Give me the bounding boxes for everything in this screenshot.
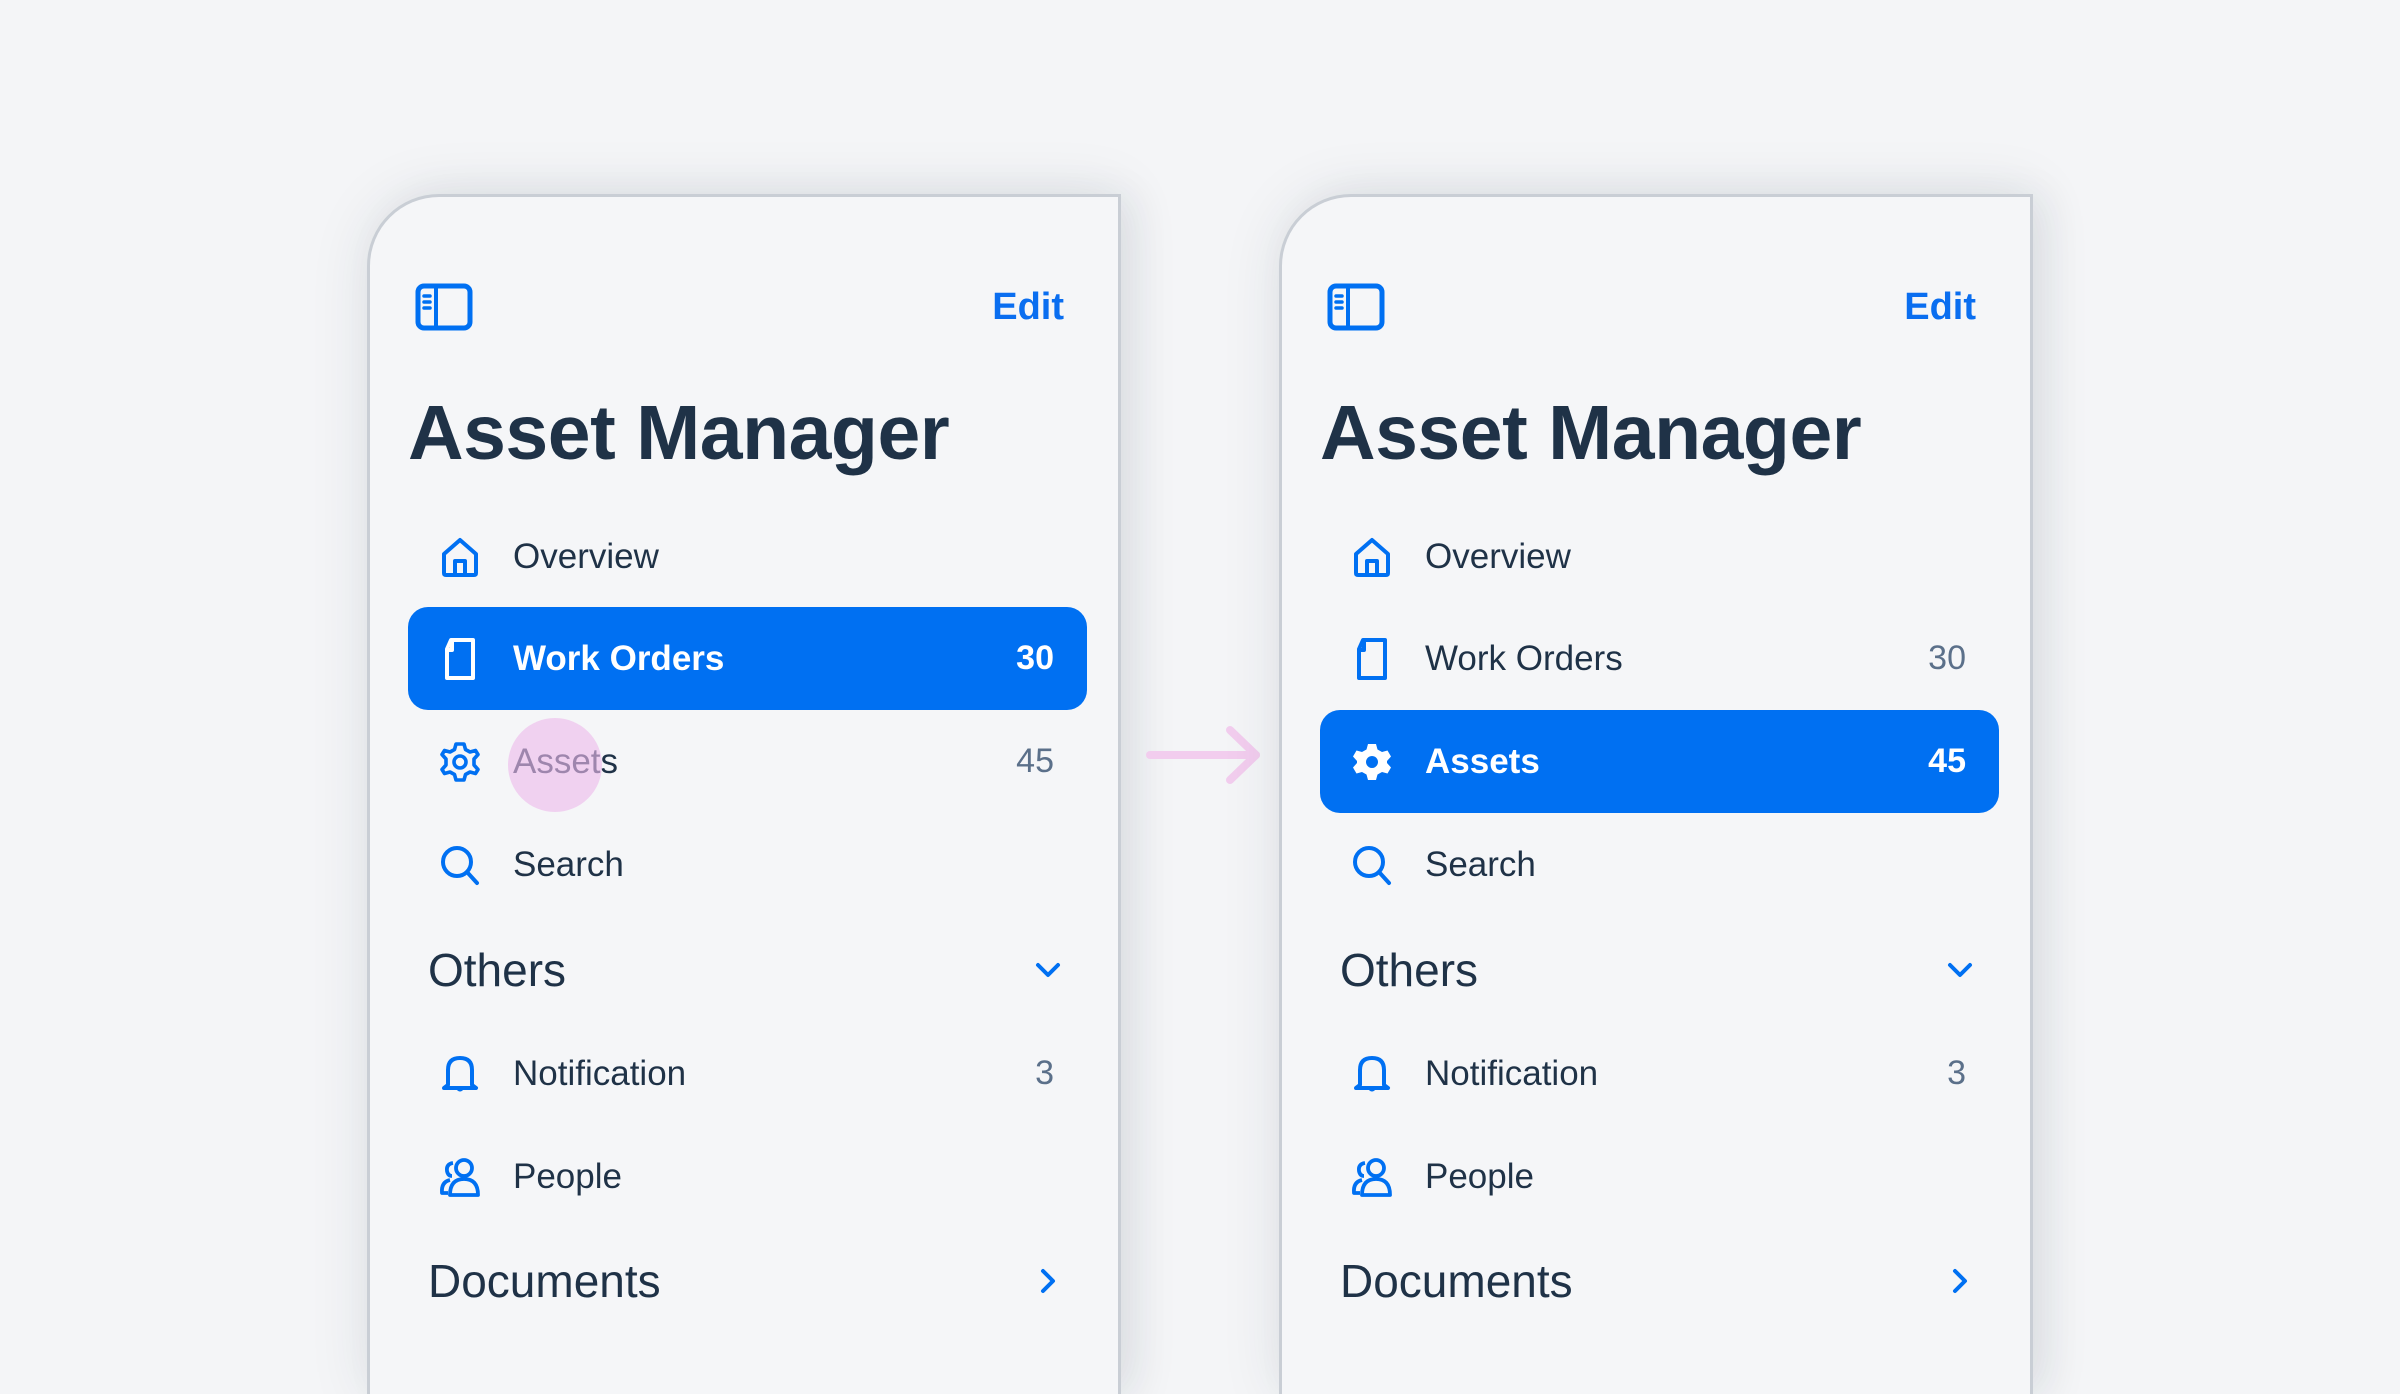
edit-button[interactable]: Edit [1904, 283, 1976, 331]
group-label: Documents [1340, 1255, 1573, 1307]
chevron-down-icon [1946, 956, 1974, 984]
nav-item-notification[interactable]: Notification 3 [1320, 1022, 1999, 1125]
nav-item-label: Notification [513, 1054, 687, 1093]
nav-item-label: Search [1425, 845, 1536, 884]
people-icon [438, 1155, 482, 1199]
nav-item-label: Work Orders [1425, 639, 1623, 678]
nav-item-people[interactable]: People [1320, 1125, 1999, 1228]
nav-item-label: Overview [1425, 537, 1571, 576]
nav-item-work-orders[interactable]: Work Orders 30 [408, 607, 1087, 710]
people-icon [1350, 1155, 1394, 1199]
home-icon [1350, 535, 1394, 579]
nav-item-label: Overview [513, 537, 659, 576]
transition-arrow [1140, 720, 1266, 790]
nav-item-overview[interactable]: Overview [408, 505, 1087, 608]
edit-button[interactable]: Edit [992, 283, 1064, 331]
nav-item-label: Assets [513, 742, 619, 781]
nav-item-assets[interactable]: Assets 45 [1320, 710, 1999, 813]
nav-item-label: Work Orders [513, 639, 725, 678]
group-label: Others [1340, 944, 1479, 996]
count-badge: 45 [1928, 742, 1966, 780]
sidebar-toggle-button[interactable] [415, 283, 473, 331]
group-header-documents[interactable]: Documents [408, 1236, 1087, 1326]
home-icon [438, 535, 482, 579]
search-icon [438, 843, 482, 887]
bell-icon [438, 1052, 482, 1096]
nav-item-label: People [513, 1157, 622, 1196]
group-header-documents[interactable]: Documents [1320, 1236, 1999, 1326]
nav-item-search[interactable]: Search [1320, 813, 1999, 916]
page-title: Asset Manager [1320, 390, 1862, 476]
bell-icon [1350, 1052, 1394, 1096]
group-label: Documents [428, 1255, 661, 1307]
count-badge: 3 [1947, 1054, 1966, 1092]
nav-item-work-orders[interactable]: Work Orders 30 [1320, 607, 1999, 710]
arrow-right-icon [1146, 726, 1260, 784]
nav-item-notification[interactable]: Notification 3 [408, 1022, 1087, 1125]
count-badge: 45 [1016, 742, 1054, 780]
chevron-right-icon [1034, 1267, 1062, 1295]
gear-icon [1350, 740, 1394, 784]
nav-item-label: People [1425, 1157, 1534, 1196]
chevron-right-icon [1946, 1267, 1974, 1295]
sidebar-toggle-icon [415, 283, 473, 331]
count-badge: 30 [1928, 639, 1966, 677]
document-icon [1350, 637, 1394, 681]
nav-item-label: Assets [1425, 742, 1540, 781]
nav-item-assets[interactable]: Assets 45 [408, 710, 1087, 813]
count-badge: 3 [1035, 1054, 1054, 1092]
page-title: Asset Manager [408, 390, 950, 476]
chevron-down-icon [1034, 956, 1062, 984]
nav-item-label: Notification [1425, 1054, 1599, 1093]
count-badge: 30 [1016, 639, 1054, 677]
nav-item-search[interactable]: Search [408, 813, 1087, 916]
sidebar-toggle-icon [1327, 283, 1385, 331]
sidebar-toggle-button[interactable] [1327, 283, 1385, 331]
search-icon [1350, 843, 1394, 887]
group-header-others[interactable]: Others [1320, 925, 1999, 1015]
sidebar-panel-after: Edit Asset Manager Overview Work Orders … [1279, 194, 2033, 1394]
group-header-others[interactable]: Others [408, 925, 1087, 1015]
document-icon [438, 637, 482, 681]
nav-item-people[interactable]: People [408, 1125, 1087, 1228]
gear-icon [438, 740, 482, 784]
nav-item-overview[interactable]: Overview [1320, 505, 1999, 608]
group-label: Others [428, 944, 567, 996]
nav-item-label: Search [513, 845, 624, 884]
sidebar-panel-before: Edit Asset Manager Overview Work Orders … [367, 194, 1121, 1394]
